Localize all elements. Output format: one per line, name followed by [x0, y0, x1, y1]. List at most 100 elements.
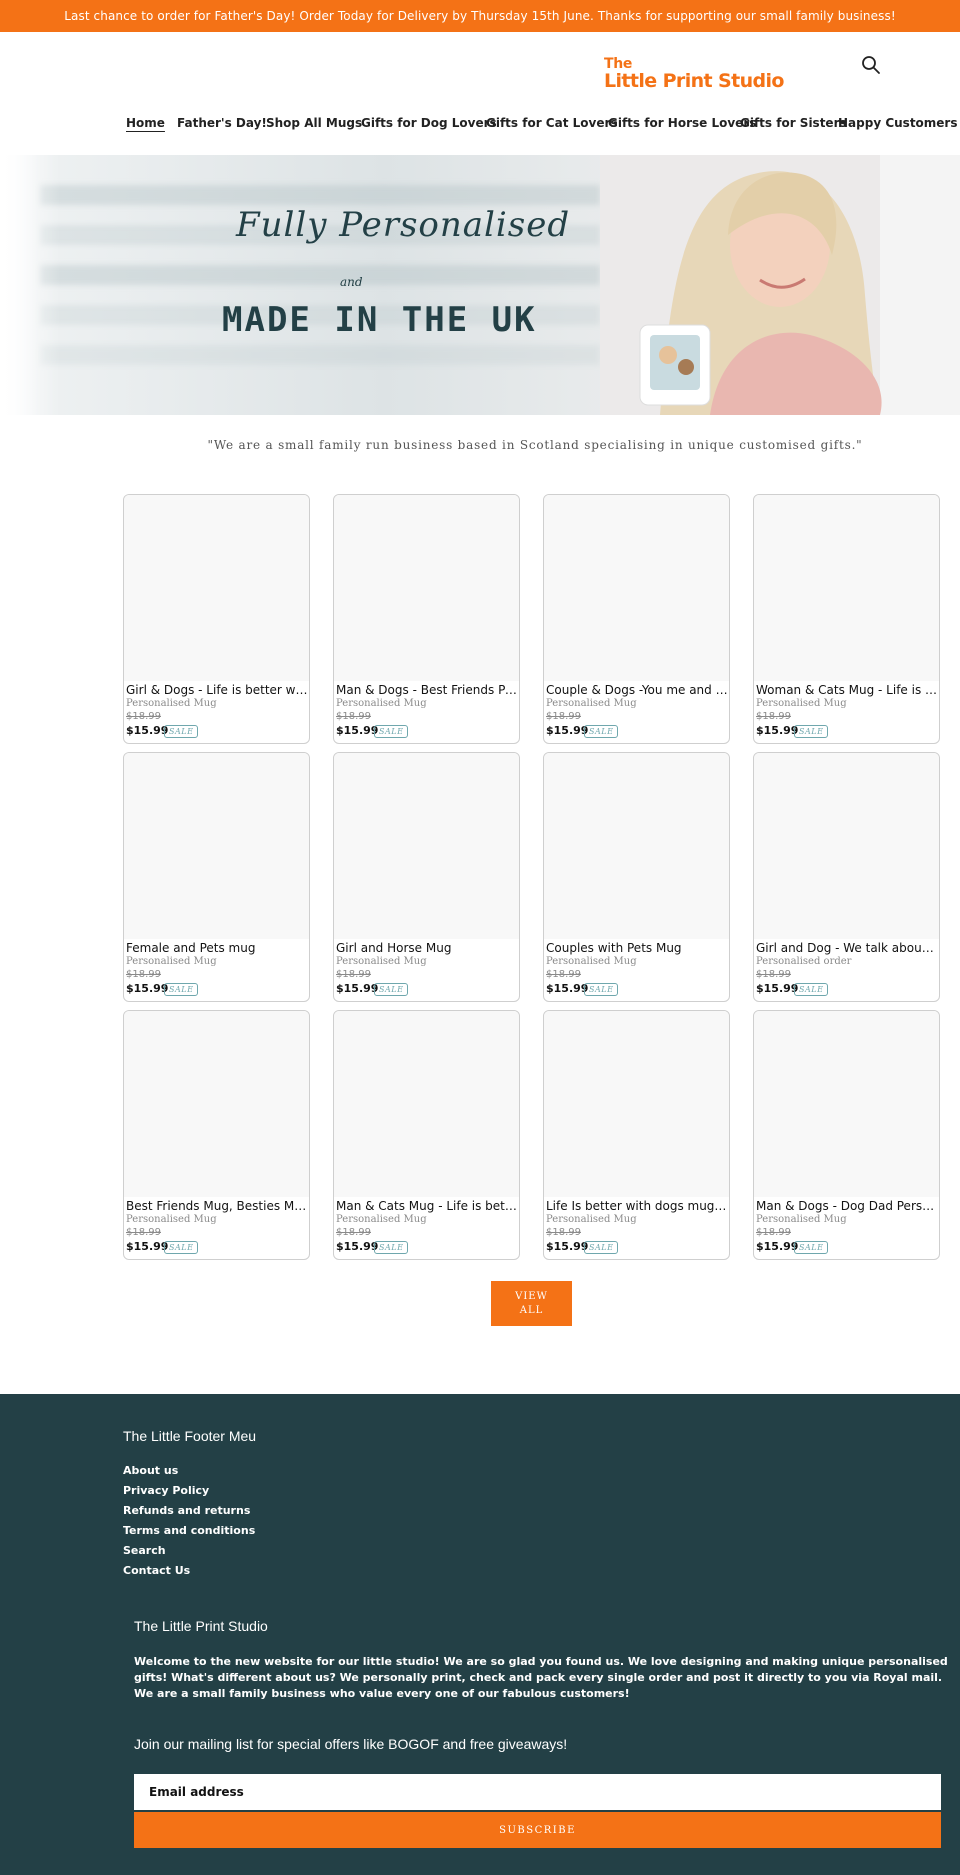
- product-regular-price: $18.99: [336, 711, 371, 722]
- view-all-line-1: VIEW: [515, 1290, 548, 1302]
- search-icon: [862, 56, 880, 74]
- product-image[interactable]: [124, 495, 309, 681]
- sale-badge: SALE: [794, 725, 829, 738]
- product-title[interactable]: Life Is better with dogs mug - Up to 4 d…: [546, 1199, 728, 1213]
- product-card[interactable]: Man & Cats Mug - Life is better with cat…: [333, 1010, 520, 1260]
- product-title[interactable]: Couple & Dogs -You me and the dogs: [546, 683, 728, 697]
- product-regular-price: $18.99: [756, 711, 791, 722]
- product-title[interactable]: Female and Pets mug: [126, 941, 308, 955]
- nav-item-sisters[interactable]: Gifts for Sisters: [740, 116, 847, 130]
- search-button[interactable]: [860, 54, 882, 76]
- product-card[interactable]: Couples with Pets Mug Personalised Mug $18…: [543, 752, 730, 1002]
- product-regular-price: $18.99: [546, 969, 581, 980]
- announcement-text: Last chance to order for Father's Day! O…: [64, 9, 896, 23]
- site-header: The Little Print Studio Home Father's Da…: [0, 32, 960, 154]
- product-vendor: Personalised Mug: [546, 1214, 637, 1225]
- product-title[interactable]: Girl & Dogs - Life is better with a dog …: [126, 683, 308, 697]
- product-image[interactable]: [544, 1011, 729, 1197]
- sale-badge: SALE: [584, 1241, 619, 1254]
- nav-item-home[interactable]: Home: [126, 116, 165, 130]
- product-title[interactable]: Best Friends Mug, Besties Mug: [126, 1199, 308, 1213]
- product-title[interactable]: Girl and Horse Mug: [336, 941, 518, 955]
- sale-badge: SALE: [164, 1241, 199, 1254]
- footer-link-terms[interactable]: Terms and conditions: [123, 1524, 255, 1537]
- product-sale-price: $15.99: [756, 724, 799, 737]
- product-sale-price: $15.99: [546, 982, 589, 995]
- footer-about-title: The Little Print Studio: [134, 1618, 268, 1634]
- product-card[interactable]: Man & Dogs - Best Friends Personalised M…: [333, 494, 520, 744]
- product-sale-price: $15.99: [546, 1240, 589, 1253]
- product-title[interactable]: Man & Cats Mug - Life is better with cat…: [336, 1199, 518, 1213]
- product-image[interactable]: [544, 495, 729, 681]
- newsletter-email-input[interactable]: [134, 1774, 941, 1810]
- product-title[interactable]: Woman & Cats Mug - Life is better with c…: [756, 683, 938, 697]
- product-title[interactable]: Girl and Dog - We talk about you behind …: [756, 941, 938, 955]
- product-image[interactable]: [124, 1011, 309, 1197]
- nav-item-fathers-day[interactable]: Father's Day!: [177, 116, 267, 130]
- logo-line-2: Little Print Studio: [604, 70, 784, 92]
- product-vendor: Personalised Mug: [336, 698, 427, 709]
- footer-link-about[interactable]: About us: [123, 1464, 178, 1477]
- product-vendor: Personalised Mug: [546, 698, 637, 709]
- product-card[interactable]: Girl and Dog - We talk about you behind …: [753, 752, 940, 1002]
- hero-bg-stripe: [40, 345, 600, 365]
- sale-badge: SALE: [374, 1241, 409, 1254]
- product-image[interactable]: [544, 753, 729, 939]
- product-image[interactable]: [334, 1011, 519, 1197]
- product-vendor: Personalised Mug: [336, 956, 427, 967]
- product-card[interactable]: Female and Pets mug Personalised Mug $18.9…: [123, 752, 310, 1002]
- product-regular-price: $18.99: [336, 1227, 371, 1238]
- nav-item-happy-customers[interactable]: Happy Customers: [838, 116, 958, 130]
- product-sale-price: $15.99: [126, 982, 169, 995]
- nav-item-horse-lovers[interactable]: Gifts for Horse Lovers: [608, 116, 756, 130]
- sale-badge: SALE: [164, 983, 199, 996]
- product-title[interactable]: Couples with Pets Mug: [546, 941, 728, 955]
- product-sale-price: $15.99: [336, 982, 379, 995]
- product-card[interactable]: Man & Dogs - Dog Dad Personalised MugPer…: [753, 1010, 940, 1260]
- view-all-button[interactable]: VIEW ALL: [491, 1281, 572, 1326]
- site-logo[interactable]: The Little Print Studio: [604, 56, 790, 96]
- sale-badge: SALE: [794, 983, 829, 996]
- newsletter-title: Join our mailing list for special offers…: [134, 1736, 568, 1752]
- product-card[interactable]: Woman & Cats Mug - Life is better with c…: [753, 494, 940, 744]
- product-card[interactable]: Best Friends Mug, Besties Mug Personalise…: [123, 1010, 310, 1260]
- product-image[interactable]: [334, 753, 519, 939]
- product-vendor: Personalised order: [756, 956, 852, 967]
- tagline: "We are a small family run business base…: [207, 438, 863, 452]
- hero-fade: [0, 155, 60, 415]
- product-sale-price: $15.99: [126, 1240, 169, 1253]
- product-regular-price: $18.99: [756, 1227, 791, 1238]
- product-image[interactable]: [124, 753, 309, 939]
- product-regular-price: $18.99: [336, 969, 371, 980]
- product-vendor: Personalised Mug: [126, 1214, 217, 1225]
- product-card[interactable]: Couple & Dogs -You me and the dogsPerson…: [543, 494, 730, 744]
- product-regular-price: $18.99: [546, 711, 581, 722]
- footer-link-search[interactable]: Search: [123, 1544, 166, 1557]
- product-title[interactable]: Man & Dogs - Best Friends Personalised M…: [336, 683, 518, 697]
- product-vendor: Personalised Mug: [546, 956, 637, 967]
- product-card[interactable]: Life Is better with dogs mug - Up to 4 d…: [543, 1010, 730, 1260]
- product-regular-price: $18.99: [756, 969, 791, 980]
- nav-item-dog-lovers[interactable]: Gifts for Dog Lovers: [361, 116, 497, 130]
- hero-title: Fully Personalised: [236, 205, 571, 245]
- product-vendor: Personalised Mug: [336, 1214, 427, 1225]
- product-vendor: Personalised Mug: [756, 698, 847, 709]
- product-title[interactable]: Man & Dogs - Dog Dad Personalised Mug: [756, 1199, 938, 1213]
- product-card[interactable]: Girl and Horse Mug Personalised Mug $18.99…: [333, 752, 520, 1002]
- product-card[interactable]: Girl & Dogs - Life is better with a dog …: [123, 494, 310, 744]
- announcement-bar: Last chance to order for Father's Day! O…: [0, 0, 960, 32]
- footer-link-refunds[interactable]: Refunds and returns: [123, 1504, 250, 1517]
- sale-badge: SALE: [374, 983, 409, 996]
- nav-item-shop-all-mugs[interactable]: Shop All Mugs: [266, 116, 362, 130]
- nav-item-cat-lovers[interactable]: Gifts for Cat Lovers: [486, 116, 618, 130]
- footer-links: About us Privacy Policy Refunds and retu…: [123, 1464, 255, 1584]
- product-image[interactable]: [754, 1011, 939, 1197]
- product-image[interactable]: [754, 753, 939, 939]
- view-all-line-2: ALL: [519, 1304, 544, 1316]
- subscribe-button[interactable]: SUBSCRIBE: [134, 1812, 941, 1848]
- product-image[interactable]: [334, 495, 519, 681]
- footer-link-privacy[interactable]: Privacy Policy: [123, 1484, 209, 1497]
- footer-link-contact[interactable]: Contact Us: [123, 1564, 190, 1577]
- product-image[interactable]: [754, 495, 939, 681]
- hero-bg-stripe: [40, 265, 600, 285]
